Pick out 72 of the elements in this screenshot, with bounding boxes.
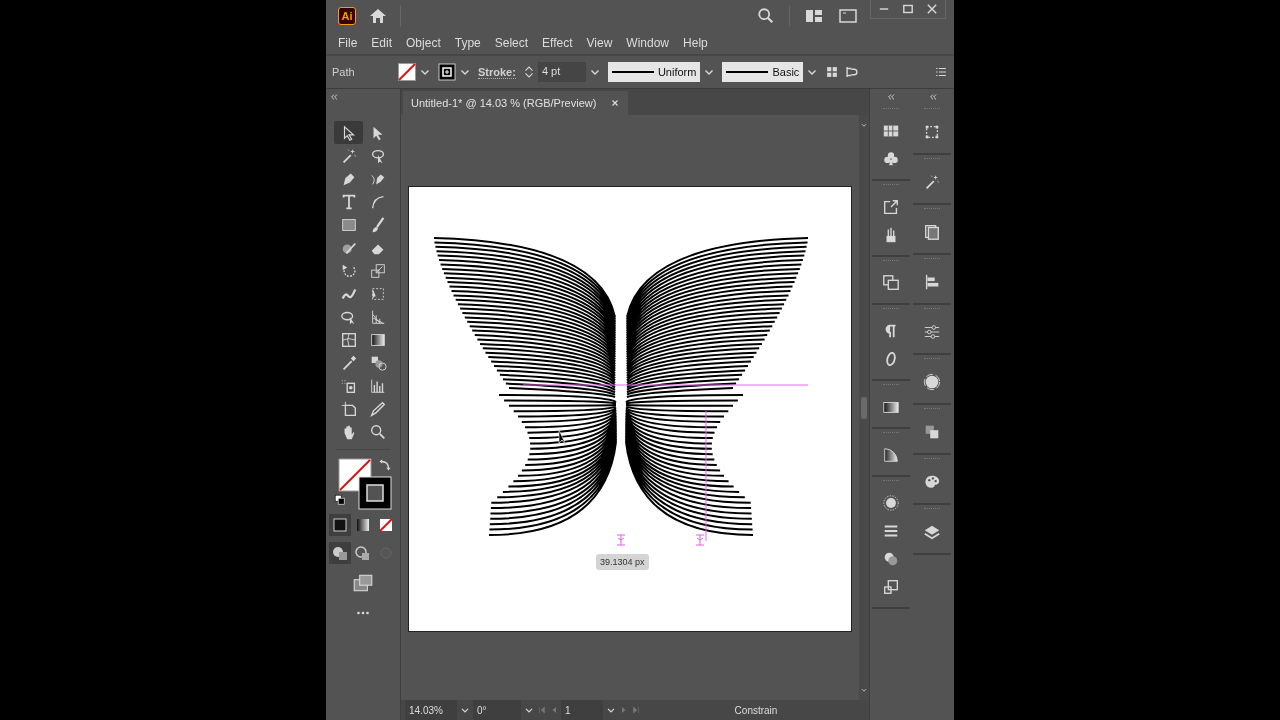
- list-icon[interactable]: [934, 65, 948, 79]
- selection-type-label: Path: [332, 66, 356, 78]
- rotation-field[interactable]: 0°: [473, 700, 521, 720]
- color-mode-button[interactable]: [329, 514, 351, 536]
- dotted-square-icon[interactable]: [923, 123, 941, 141]
- stroke-label[interactable]: Stroke:: [478, 65, 516, 79]
- spacing-marker-icon: [616, 534, 626, 546]
- export-icon[interactable]: [882, 198, 900, 216]
- brush-dropdown[interactable]: Basic: [722, 62, 804, 82]
- stacked-squares-icon[interactable]: [923, 423, 941, 441]
- magic-wand-icon[interactable]: [923, 173, 941, 191]
- align-icon[interactable]: [923, 273, 941, 291]
- collapse-icon[interactable]: [927, 91, 939, 103]
- menu-item[interactable]: Edit: [365, 34, 399, 52]
- variable-width-dropdown[interactable]: Uniform: [607, 62, 701, 82]
- first-page-icon: [537, 705, 547, 715]
- menu-item[interactable]: File: [332, 34, 364, 52]
- circles-icon[interactable]: [882, 550, 900, 568]
- search-icon[interactable]: [757, 7, 775, 25]
- nested-squares-icon[interactable]: [882, 578, 900, 596]
- menu-item[interactable]: View: [580, 34, 619, 52]
- mesh-icon: [339, 330, 358, 349]
- book-icon[interactable]: [923, 223, 941, 241]
- caret-icon: [860, 686, 868, 694]
- home-icon[interactable]: [368, 6, 388, 26]
- caret-icon: [860, 121, 868, 129]
- menu-item[interactable]: Help: [677, 34, 714, 52]
- transform-grid-icon[interactable]: [825, 65, 840, 79]
- artboard-icon: [339, 399, 358, 418]
- tool-button[interactable]: [334, 121, 363, 144]
- zoom-icon: [368, 422, 387, 441]
- solid-square-icon: [330, 515, 350, 535]
- measurement-label: 39.1304 px: [596, 554, 649, 570]
- dotted-sun-icon[interactable]: [882, 494, 900, 512]
- collapse-icon[interactable]: [328, 91, 340, 103]
- app-logo: Ai: [338, 7, 356, 25]
- spacing-marker-icon: [695, 534, 705, 546]
- collapse-icon[interactable]: [885, 91, 897, 103]
- close-icon[interactable]: [925, 2, 939, 16]
- stroke-weight-field[interactable]: 4 pt: [537, 62, 586, 82]
- draw-mode-button[interactable]: [329, 542, 351, 564]
- scroll-thumb[interactable]: [861, 396, 867, 419]
- knife-icon: [368, 399, 387, 418]
- overlapping-squares-icon[interactable]: [882, 274, 900, 292]
- swap-arrow-icon[interactable]: [378, 458, 392, 472]
- club-icon[interactable]: [882, 150, 900, 168]
- menu-item[interactable]: Effect: [536, 34, 579, 52]
- maximize-icon[interactable]: [901, 2, 915, 16]
- scale-icon: [368, 261, 387, 280]
- ring-icon[interactable]: [923, 373, 941, 391]
- sliders-icon[interactable]: [923, 323, 941, 341]
- menu-item[interactable]: Select: [488, 34, 535, 52]
- default-colors-icon[interactable]: [334, 494, 346, 506]
- menu-item[interactable]: Object: [400, 34, 447, 52]
- palette-icon[interactable]: [923, 473, 941, 491]
- document-title: Untitled-1* @ 14.03 % (RGB/Preview): [411, 97, 597, 109]
- cursor-icon: [558, 429, 567, 446]
- artboard-number-field[interactable]: 1: [561, 700, 603, 720]
- close-tab-icon[interactable]: [610, 98, 621, 108]
- no-fill-swatch[interactable]: [398, 63, 416, 81]
- menu-item[interactable]: Window: [620, 34, 676, 52]
- stroke-swatch[interactable]: [438, 63, 456, 81]
- layers-icon[interactable]: [923, 523, 941, 541]
- document-tab[interactable]: Untitled-1* @ 14.03 % (RGB/Preview): [403, 91, 629, 115]
- screen-mode-icon[interactable]: [352, 572, 374, 594]
- panel-layout-icon[interactable]: [838, 6, 858, 26]
- status-mode[interactable]: Constrain: [643, 704, 869, 716]
- stroke-swatch[interactable]: [358, 476, 392, 510]
- arrange-icon[interactable]: [845, 65, 860, 79]
- menu-item[interactable]: Type: [448, 34, 487, 52]
- last-page-icon: [631, 705, 641, 715]
- zoom-field[interactable]: 14.03%: [405, 700, 457, 720]
